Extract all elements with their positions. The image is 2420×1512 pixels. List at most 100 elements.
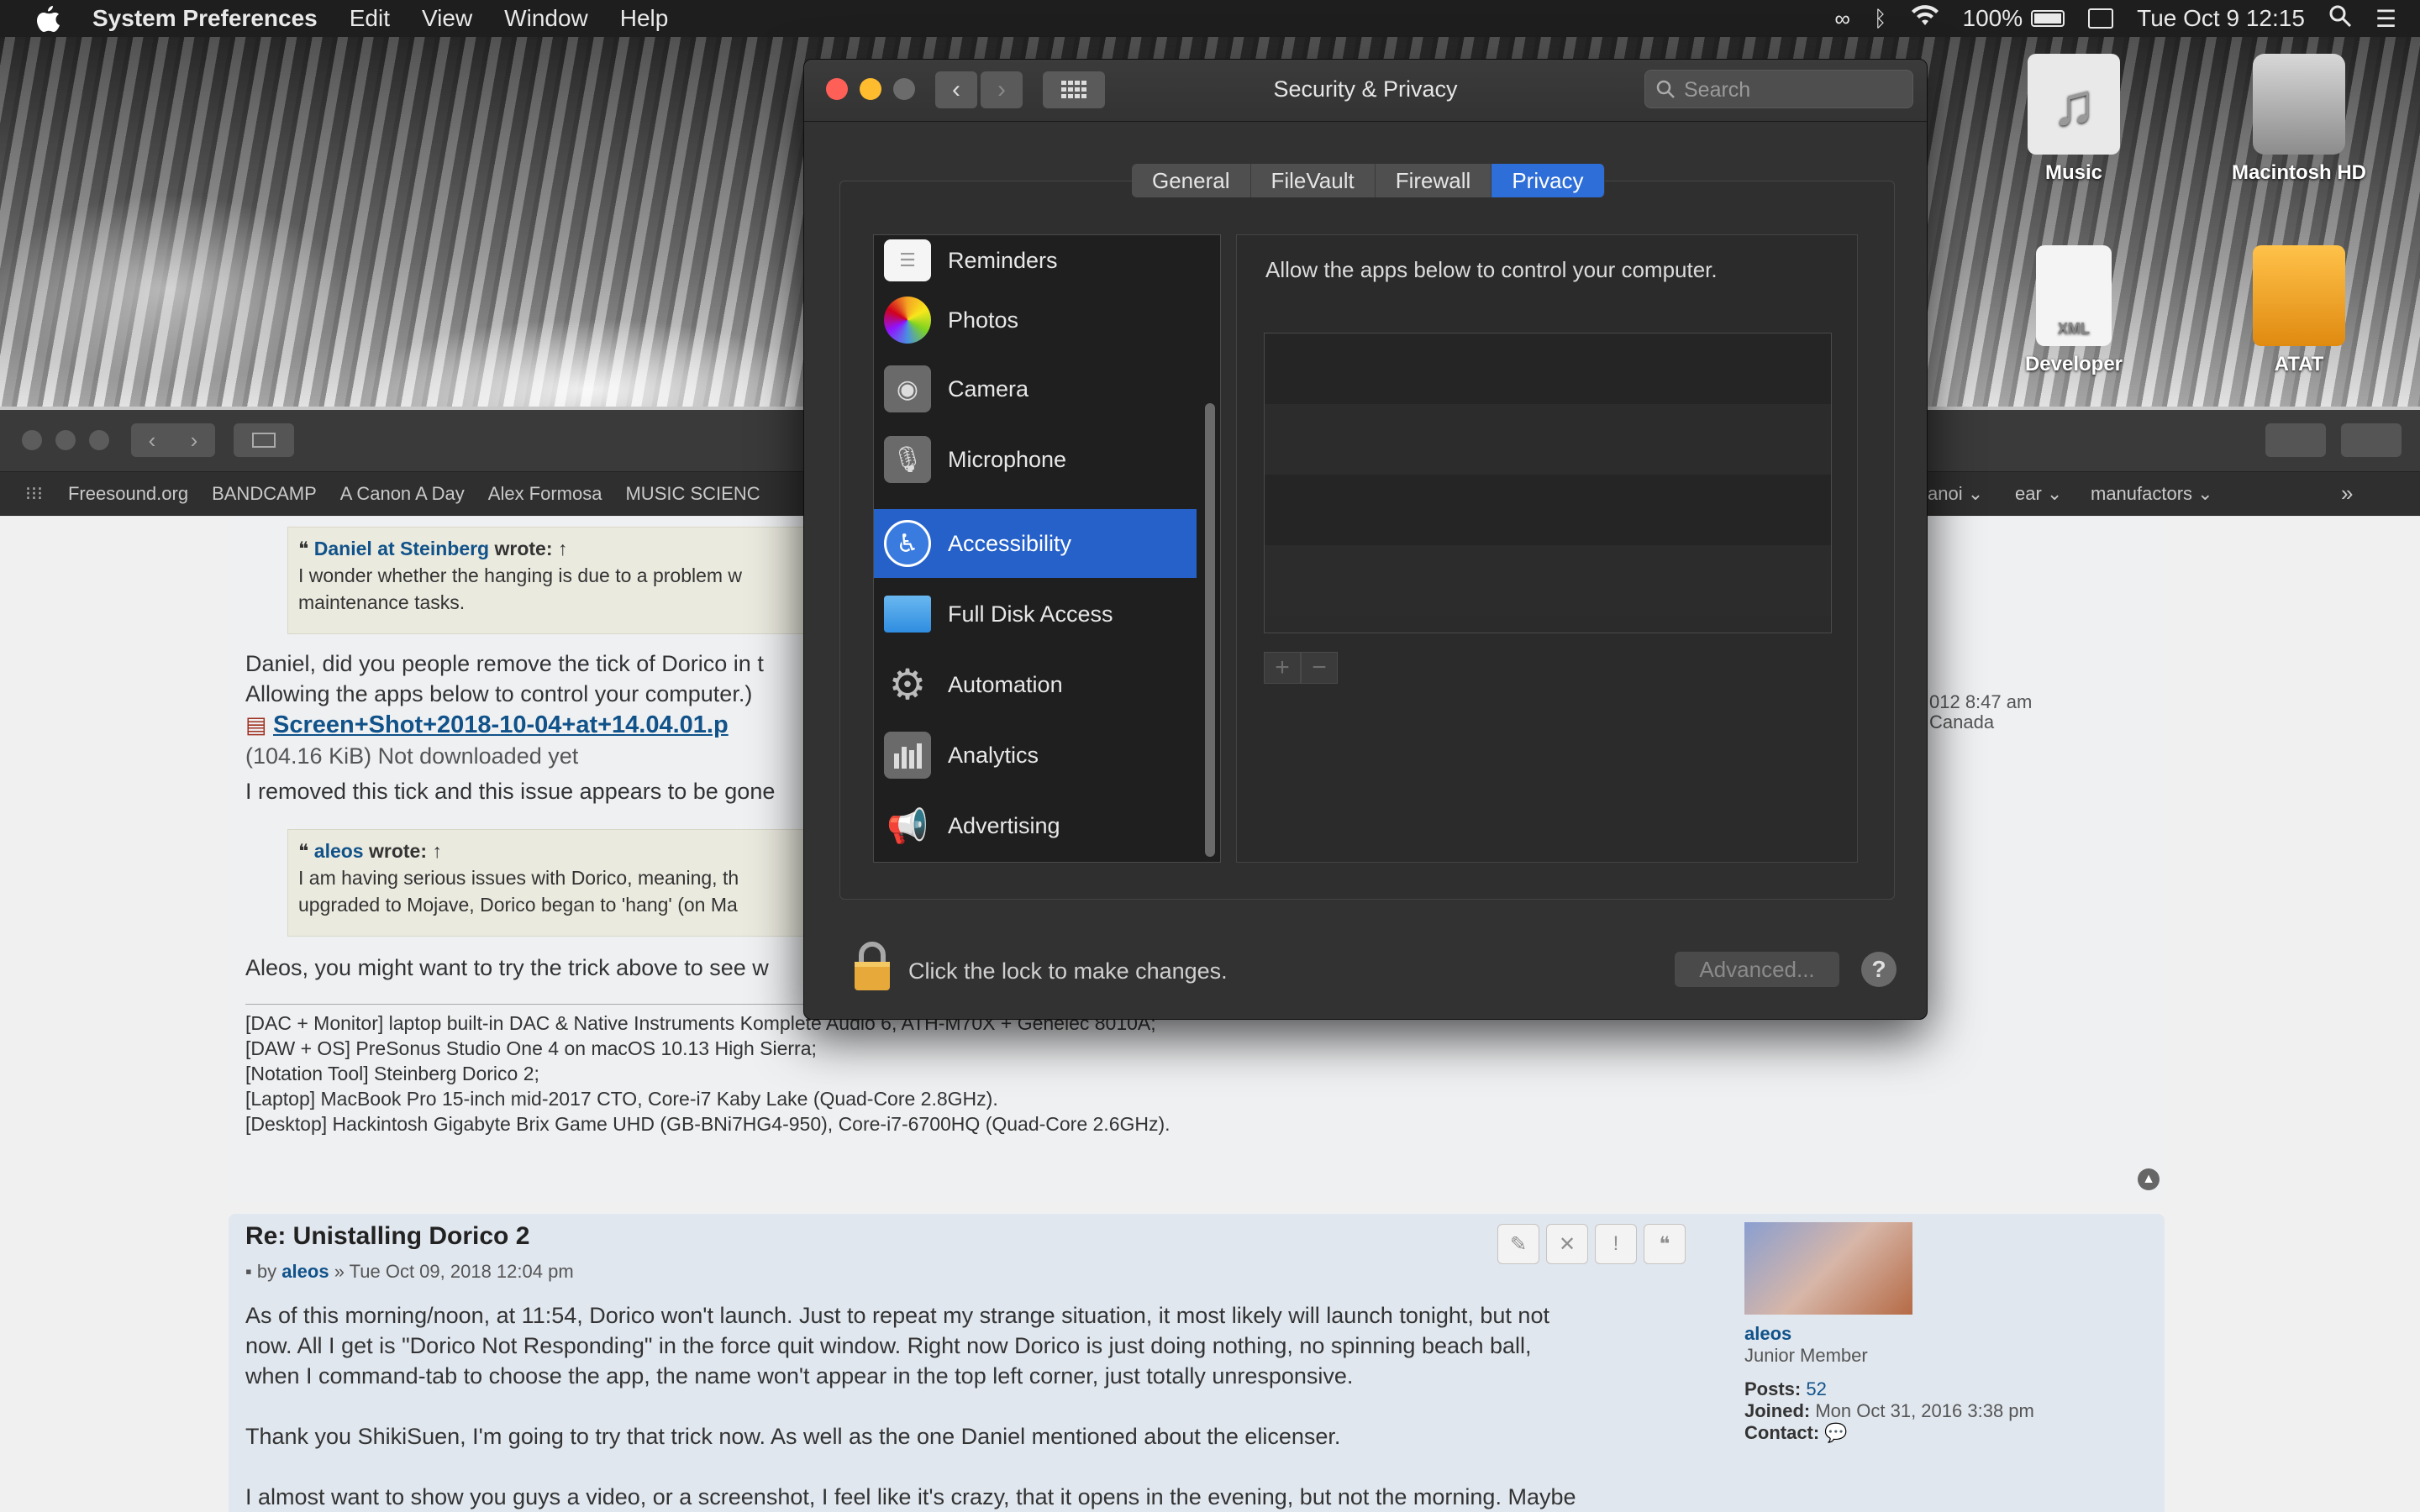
bookmark-folder-manufactors[interactable]: manufactors ⌄ [2091, 483, 2213, 505]
bookmark-canon-a-day[interactable]: A Canon A Day [340, 483, 465, 505]
quote-author-link[interactable]: aleos [314, 840, 364, 862]
bookmark-folder-anoi[interactable]: anoi ⌄ [1928, 483, 1983, 505]
menu-window[interactable]: Window [504, 5, 588, 32]
attachment-link[interactable]: Screen+Shot+2018-10-04+at+14.04.01.p [273, 711, 729, 738]
quote-wrote-label: wrote: ↑ [369, 840, 442, 862]
bookmark-music-science[interactable]: MUSIC SCIENC [625, 483, 760, 505]
post-title[interactable]: Re: Unistalling Dorico 2 [245, 1222, 529, 1251]
browser-minimize-button[interactable] [55, 430, 76, 450]
list-item-label: Camera [948, 375, 1029, 402]
lock-icon[interactable] [851, 940, 893, 996]
avatar[interactable] [1744, 1222, 1912, 1315]
quote-author-link[interactable]: Daniel at Steinberg [314, 538, 489, 559]
advanced-button[interactable]: Advanced... [1675, 952, 1839, 987]
quote-post-button[interactable]: ❝ [1644, 1224, 1686, 1264]
post-date: » Tue Oct 09, 2018 12:04 pm [334, 1261, 574, 1282]
music-file-icon: ♫ [2028, 54, 2120, 155]
spotlight-search-icon[interactable] [2328, 4, 2352, 34]
desktop-icon-music[interactable]: ♫ Music [1990, 54, 2158, 185]
gear-icon: ⚙ [888, 661, 927, 708]
desktop-icon-label: Macintosh HD [2231, 161, 2366, 184]
table-row[interactable] [1265, 333, 1831, 404]
app-menu[interactable]: System Preferences [92, 5, 318, 32]
list-item-photos[interactable]: Photos [874, 286, 1197, 354]
desktop-icon-developer[interactable]: XML Developer [1990, 245, 2158, 376]
tabs-overview-button[interactable] [2341, 423, 2402, 457]
menu-view[interactable]: View [422, 5, 472, 32]
table-row[interactable] [1265, 545, 1831, 616]
creative-cloud-icon[interactable]: ∞ [1834, 6, 1850, 32]
bookmark-bandcamp[interactable]: BANDCAMP [212, 483, 317, 505]
privacy-category-list: ☰ Reminders Photos ◉ Camera 🎙 Microphone… [873, 234, 1221, 863]
menu-edit[interactable]: Edit [350, 5, 390, 32]
back-to-top-icon[interactable]: ▲ [2138, 1168, 2160, 1190]
table-row[interactable] [1265, 404, 1831, 475]
folder-icon [884, 596, 931, 633]
app-list-table[interactable] [1264, 333, 1832, 633]
wifi-icon[interactable] [1911, 4, 1939, 33]
battery-icon[interactable] [2031, 10, 2065, 27]
list-item-automation[interactable]: ⚙ Automation [874, 650, 1197, 719]
notification-center-icon[interactable]: ☰ [2375, 5, 2396, 33]
add-app-button[interactable]: + [1264, 652, 1301, 684]
edit-post-button[interactable]: ✎ [1497, 1224, 1539, 1264]
menu-help[interactable]: Help [620, 5, 669, 32]
quote-text: I am having serious issues with Dorico, … [298, 867, 739, 889]
signature-line: [Laptop] MacBook Pro 15-inch mid-2017 CT… [245, 1088, 998, 1110]
delete-post-button[interactable]: ✕ [1546, 1224, 1588, 1264]
tab-filevault[interactable]: FileVault [1250, 164, 1376, 197]
list-item-label: Microphone [948, 446, 1067, 472]
posts-count-link[interactable]: 52 [1806, 1378, 1826, 1399]
list-item-advertising[interactable]: 📢 Advertising [874, 791, 1197, 860]
joined-date: Mon Oct 31, 2016 3:38 pm [1815, 1400, 2034, 1421]
bar-chart-icon [884, 732, 931, 779]
search-field[interactable]: Search [1644, 70, 1913, 108]
chat-bubble-icon[interactable]: 💬 [1824, 1422, 1847, 1443]
sidebar-toggle-button[interactable] [234, 423, 294, 457]
table-row[interactable] [1265, 475, 1831, 545]
desktop-icon-macintosh-hd[interactable]: Macintosh HD [2215, 54, 2383, 185]
clock[interactable]: Tue Oct 9 12:15 [2137, 5, 2305, 32]
post-author-link[interactable]: aleos [281, 1261, 329, 1282]
desktop-icon-atat[interactable]: ATAT [2215, 245, 2383, 376]
list-item-analytics[interactable]: Analytics [874, 721, 1197, 790]
browser-zoom-button[interactable] [89, 430, 109, 450]
bookmark-folder-ear[interactable]: ear ⌄ [2015, 483, 2062, 505]
remove-app-button[interactable]: − [1301, 652, 1338, 684]
bookmark-freesound[interactable]: Freesound.org [68, 483, 188, 505]
bluetooth-icon[interactable]: ᛒ [1874, 6, 1887, 32]
tab-general[interactable]: General [1132, 164, 1251, 197]
profile-name-link[interactable]: aleos [1744, 1323, 1791, 1345]
megaphone-icon: 📢 [886, 807, 929, 845]
chevron-left-icon[interactable]: ‹ [149, 428, 156, 454]
desktop-icon-label: Developer [2024, 353, 2123, 375]
post-icon: ▪ [245, 1261, 257, 1282]
bookmark-alex-formosa[interactable]: Alex Formosa [488, 483, 602, 505]
report-post-button[interactable]: ! [1595, 1224, 1637, 1264]
chevron-right-icon[interactable]: › [191, 428, 198, 454]
list-item-full-disk-access[interactable]: Full Disk Access [874, 580, 1197, 648]
list-item-accessibility[interactable]: ♿ Accessibility [874, 509, 1197, 578]
xml-file-label: XML [2058, 320, 2090, 337]
list-item-microphone[interactable]: 🎙 Microphone [874, 425, 1197, 494]
apps-grid-icon[interactable]: ⁝⁝⁝ [25, 483, 43, 505]
list-item-camera[interactable]: ◉ Camera [874, 354, 1197, 423]
share-button[interactable] [2265, 423, 2326, 457]
apple-menu-icon[interactable] [34, 3, 64, 34]
more-bookmarks-icon[interactable]: » [2341, 480, 2353, 507]
list-scrollbar[interactable] [1205, 403, 1215, 857]
help-button[interactable]: ? [1861, 952, 1897, 987]
quote-icon: ❝ [298, 840, 314, 862]
post-text: Thank you ShikiSuen, I'm going to try th… [245, 1424, 1341, 1449]
list-item-reminders[interactable]: ☰ Reminders [874, 235, 1197, 286]
browser-back-forward[interactable]: ‹ › [131, 423, 215, 457]
camera-icon: ◉ [884, 365, 931, 412]
security-privacy-window: ‹ › Security & Privacy Search General Fi… [803, 59, 1928, 1020]
browser-close-button[interactable] [22, 430, 42, 450]
tab-firewall[interactable]: Firewall [1375, 164, 1492, 197]
keyboard-input-icon[interactable] [2088, 8, 2114, 29]
battery-percentage[interactable]: 100% [1963, 5, 2023, 32]
profile-rank: Junior Member [1744, 1345, 1868, 1366]
tab-privacy[interactable]: Privacy [1491, 164, 1605, 197]
accessibility-hint: Allow the apps below to control your com… [1265, 257, 1718, 282]
